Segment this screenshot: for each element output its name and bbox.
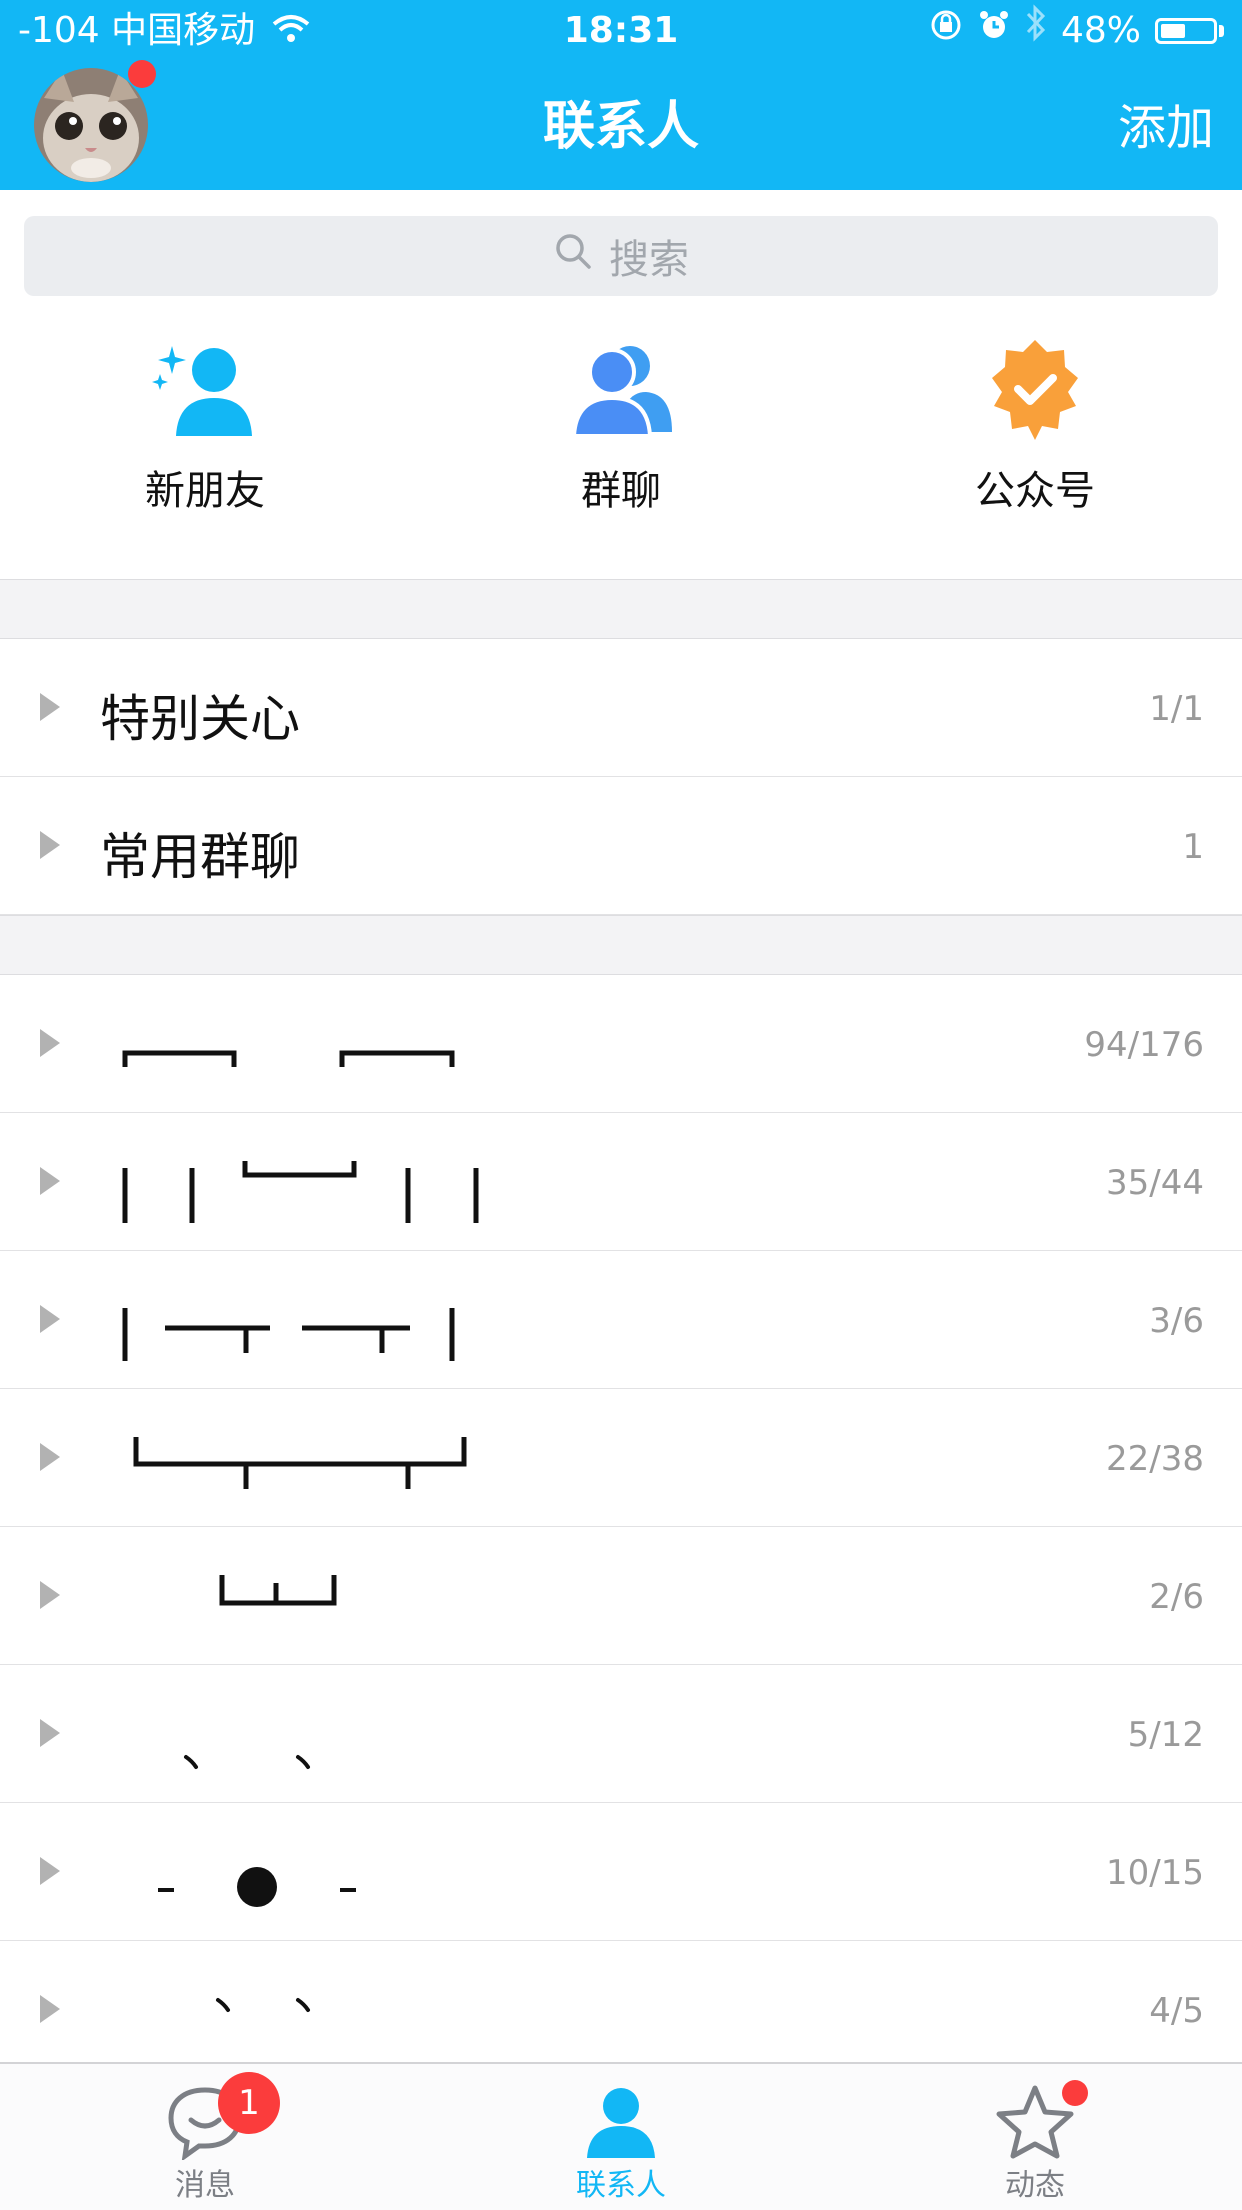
page-title: 联系人 bbox=[542, 97, 699, 157]
section-divider bbox=[0, 915, 1242, 975]
tab-moments[interactable]: 动态 bbox=[885, 2064, 1185, 2204]
tab-label: 联系人 bbox=[576, 2168, 666, 2203]
group-row[interactable]: 94/176 bbox=[0, 975, 1242, 1113]
expand-arrow-icon bbox=[40, 1167, 60, 1195]
expand-arrow-icon bbox=[40, 1443, 60, 1471]
expand-arrow-icon bbox=[40, 1719, 60, 1747]
group-label bbox=[122, 1161, 479, 1223]
group-count: 2/6 bbox=[1149, 1577, 1204, 1617]
quick-actions: 新朋友 群聊 公众号 bbox=[0, 340, 1242, 540]
rotation-lock-icon bbox=[929, 0, 963, 62]
group-row[interactable]: 5/12 bbox=[0, 1665, 1242, 1803]
new-friend-icon bbox=[55, 340, 355, 440]
tab-label: 动态 bbox=[1005, 2168, 1065, 2203]
group-count: 22/38 bbox=[1106, 1439, 1204, 1479]
group-count: 5/12 bbox=[1127, 1715, 1204, 1755]
group-row-special-care[interactable]: 特别关心 1/1 bbox=[0, 639, 1242, 777]
group-count: 10/15 bbox=[1106, 1853, 1204, 1893]
search-placeholder: 搜索 bbox=[609, 237, 689, 283]
group-count: 3/6 bbox=[1149, 1301, 1204, 1341]
search-icon bbox=[553, 231, 593, 281]
group-label bbox=[216, 1998, 310, 2012]
group-row[interactable]: 3/6 bbox=[0, 1251, 1242, 1389]
battery-icon bbox=[1155, 18, 1217, 44]
official-account-icon bbox=[885, 340, 1185, 440]
group-chat-button[interactable]: 群聊 bbox=[471, 340, 771, 516]
official-account-button[interactable]: 公众号 bbox=[885, 340, 1185, 516]
expand-arrow-icon bbox=[40, 1995, 60, 2023]
new-friend-label: 新朋友 bbox=[145, 468, 265, 514]
tab-contacts[interactable]: 联系人 bbox=[471, 2064, 771, 2204]
moments-notification-dot bbox=[1062, 2080, 1088, 2106]
group-label bbox=[158, 1867, 356, 1907]
group-label bbox=[184, 1755, 310, 1769]
group-row-frequent-groups[interactable]: 常用群聊 1 bbox=[0, 777, 1242, 915]
group-label bbox=[219, 1575, 337, 1606]
expand-arrow-icon bbox=[40, 1029, 60, 1057]
header-bar: -104 中国移动 18:31 48% 联系人 添加 bbox=[0, 0, 1242, 190]
battery-nub bbox=[1219, 25, 1224, 37]
unread-badge: 1 bbox=[218, 2072, 280, 2134]
section-divider bbox=[0, 579, 1242, 639]
group-count: 4/5 bbox=[1149, 1991, 1204, 2031]
group-label bbox=[122, 1050, 455, 1067]
group-count: 35/44 bbox=[1106, 1163, 1204, 1203]
group-row[interactable]: 22/38 bbox=[0, 1389, 1242, 1527]
alarm-icon bbox=[977, 0, 1011, 62]
group-row[interactable]: 4/5 bbox=[0, 1941, 1242, 2079]
expand-arrow-icon bbox=[40, 1581, 60, 1609]
group-row[interactable]: 35/44 bbox=[0, 1113, 1242, 1251]
expand-arrow-icon bbox=[40, 1857, 60, 1885]
tab-messages[interactable]: 消息 bbox=[55, 2064, 355, 2204]
tab-bar: 消息 1 联系人 动态 bbox=[0, 2062, 1242, 2210]
tab-label: 消息 bbox=[175, 2168, 235, 2203]
star-icon bbox=[885, 2084, 1185, 2160]
group-count: 1 bbox=[1182, 827, 1204, 867]
official-account-label: 公众号 bbox=[975, 468, 1095, 514]
group-label bbox=[133, 1437, 467, 1489]
chat-bubble-icon bbox=[55, 2084, 355, 2160]
new-friend-button[interactable]: 新朋友 bbox=[55, 340, 355, 516]
group-count: 94/176 bbox=[1084, 1025, 1204, 1065]
contacts-person-icon bbox=[471, 2084, 771, 2160]
group-count: 1/1 bbox=[1149, 689, 1204, 729]
add-button[interactable]: 添加 bbox=[1118, 88, 1214, 158]
group-row[interactable]: 2/6 bbox=[0, 1527, 1242, 1665]
group-chat-icon bbox=[471, 340, 771, 440]
status-right: 48% bbox=[929, 0, 1224, 62]
bluetooth-icon bbox=[1025, 0, 1047, 62]
expand-arrow-icon bbox=[40, 831, 60, 859]
expand-arrow-icon bbox=[40, 693, 60, 721]
group-label: 特别关心 bbox=[100, 690, 300, 748]
group-chat-label: 群聊 bbox=[581, 468, 661, 514]
group-row[interactable]: 10/15 bbox=[0, 1803, 1242, 1941]
expand-arrow-icon bbox=[40, 1305, 60, 1333]
battery-percent: 48% bbox=[1060, 10, 1141, 51]
search-bar[interactable]: 搜索 bbox=[24, 216, 1218, 296]
group-label bbox=[122, 1308, 455, 1361]
group-label: 常用群聊 bbox=[100, 828, 300, 886]
